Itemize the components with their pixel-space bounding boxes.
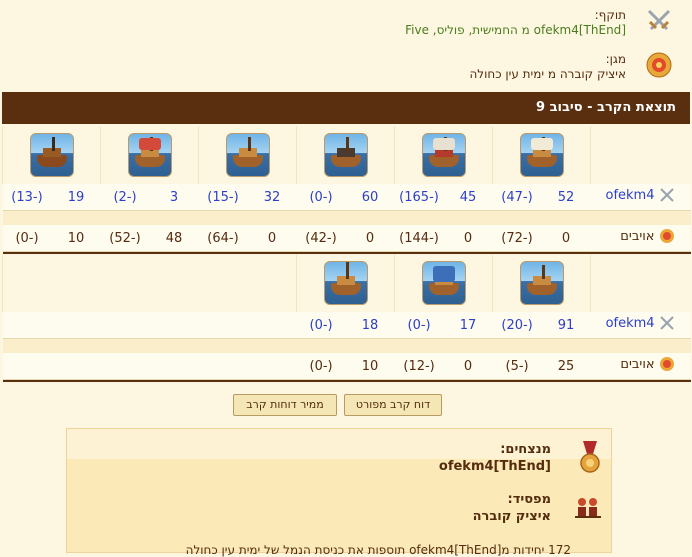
unit-loss: (-64) bbox=[198, 225, 248, 252]
result-footer-text: 172 יחידות מ[ofekm4[ThEnd תוספות את כניס… bbox=[185, 543, 571, 557]
mortar-ship-icon bbox=[323, 133, 368, 177]
unit-loss: (-72) bbox=[492, 225, 542, 252]
battle-table-2: ofekm4 91 (-20) 17 (-0) 18 (-0) אויבים 2… bbox=[1, 254, 691, 382]
loser-label: מפסיד: bbox=[507, 492, 551, 507]
attacker-row: ofekm4 52 (-47) 45 (-165) 60 (-0) 32 (-1… bbox=[2, 184, 691, 211]
winners-value: [ofekm4[ThEnd bbox=[438, 459, 551, 474]
loser-row: מפסיד: איציק קוברה bbox=[473, 491, 603, 525]
unit-count: 10 bbox=[345, 353, 395, 380]
attacker-section: תוקף: [ofekm4[ThEnd מ החמישית, פוליס, Fi… bbox=[405, 8, 672, 38]
rocket-ship-icon bbox=[519, 261, 564, 305]
unit-loss: (-0) bbox=[296, 184, 346, 211]
attacker-row: ofekm4 91 (-20) 17 (-0) 18 (-0) bbox=[2, 312, 691, 339]
unit-icons-row bbox=[1, 254, 691, 312]
unit-icons-row bbox=[2, 126, 691, 184]
unit-count: 0 bbox=[247, 225, 297, 252]
unit-count: 10 bbox=[51, 225, 101, 252]
unit-count: 0 bbox=[443, 353, 493, 380]
defender-section: מגן: איציק קוברה מ ימית עין כחולה bbox=[469, 52, 672, 82]
unit-count: 52 bbox=[541, 184, 591, 211]
crossed-swords-icon bbox=[659, 315, 675, 331]
unit-count: 17 bbox=[443, 312, 493, 339]
unit-count: 48 bbox=[149, 225, 199, 252]
unit-loss: (-42) bbox=[296, 225, 346, 252]
unit-count: 0 bbox=[541, 225, 591, 252]
unit-loss: (-144) bbox=[394, 225, 444, 252]
loser-value: איציק קוברה bbox=[472, 509, 551, 524]
unit-loss: (-0) bbox=[394, 312, 444, 339]
unit-count: 0 bbox=[443, 225, 493, 252]
winners-label: מנצחים: bbox=[500, 442, 551, 457]
unit-loss: (-0) bbox=[296, 312, 346, 339]
crossed-swords-icon bbox=[659, 187, 675, 203]
defender-label: מגן: bbox=[605, 52, 626, 66]
shield-icon bbox=[659, 228, 675, 244]
unit-count: 25 bbox=[541, 353, 591, 380]
unit-count: 3 bbox=[149, 184, 199, 211]
defender-value: איציק קוברה מ ימית עין כחולה bbox=[469, 67, 626, 81]
unit-loss: (-13) bbox=[2, 184, 52, 211]
unit-loss: (-12) bbox=[394, 353, 444, 380]
unit-loss: (-2) bbox=[100, 184, 150, 211]
crane-ship-icon bbox=[323, 261, 368, 305]
unit-loss: (-165) bbox=[394, 184, 444, 211]
detailed-report-button[interactable]: דוח קרב מפורט bbox=[344, 394, 442, 416]
medal-icon bbox=[577, 441, 603, 475]
crossed-swords-icon bbox=[646, 8, 672, 34]
unit-count: 0 bbox=[345, 225, 395, 252]
battle-result-header: תוצאת הקרב - סיבוב 9 bbox=[2, 92, 690, 124]
unit-loss: (-20) bbox=[492, 312, 542, 339]
defender-name: אויבים bbox=[620, 356, 655, 372]
winners-row: מנצחים: [ofekm4[ThEnd bbox=[439, 441, 603, 475]
unit-loss: (-52) bbox=[100, 225, 150, 252]
unit-count: 45 bbox=[443, 184, 493, 211]
ballista-ship-icon bbox=[127, 133, 172, 177]
unit-count: 60 bbox=[345, 184, 395, 211]
catapult-ship-icon bbox=[519, 133, 564, 177]
paddle-steamer-icon bbox=[29, 133, 74, 177]
attacker-value[interactable]: [ofekm4[ThEnd מ החמישית, פוליס, Five bbox=[405, 23, 626, 38]
ram-ship-icon bbox=[225, 133, 270, 177]
shield-icon bbox=[659, 356, 675, 372]
attacker-name[interactable]: ofekm4 bbox=[606, 188, 655, 203]
unit-loss: (-47) bbox=[492, 184, 542, 211]
unit-loss: (-0) bbox=[296, 353, 346, 380]
attacker-name[interactable]: ofekm4 bbox=[606, 316, 655, 331]
unit-count: 32 bbox=[247, 184, 297, 211]
defender-name: אויבים bbox=[620, 228, 655, 244]
battle-result-box: מנצחים: [ofekm4[ThEnd מפסיד: איציק קוברה… bbox=[66, 428, 612, 557]
unit-count: 91 bbox=[541, 312, 591, 339]
defender-row: אויבים 0 (-72) 0 (-144) 0 (-42) 0 (-64) … bbox=[2, 225, 691, 252]
report-converter-button[interactable]: ממיר דוחות קרב bbox=[233, 394, 337, 416]
unit-loss: (-15) bbox=[198, 184, 248, 211]
shield-icon bbox=[646, 52, 672, 78]
balloon-carrier-icon bbox=[421, 261, 466, 305]
unit-loss: (-0) bbox=[2, 225, 52, 252]
unit-loss: (-5) bbox=[492, 353, 542, 380]
defender-row: אויבים 25 (-5) 0 (-12) 10 (-0) bbox=[2, 353, 691, 380]
fallen-troops-icon bbox=[575, 491, 603, 525]
unit-count: 18 bbox=[345, 312, 395, 339]
attacker-label: תוקף: bbox=[594, 8, 626, 22]
battle-table-1: ofekm4 52 (-47) 45 (-165) 60 (-0) 32 (-1… bbox=[2, 126, 691, 254]
unit-count: 19 bbox=[51, 184, 101, 211]
fire-ship-icon bbox=[421, 133, 466, 177]
